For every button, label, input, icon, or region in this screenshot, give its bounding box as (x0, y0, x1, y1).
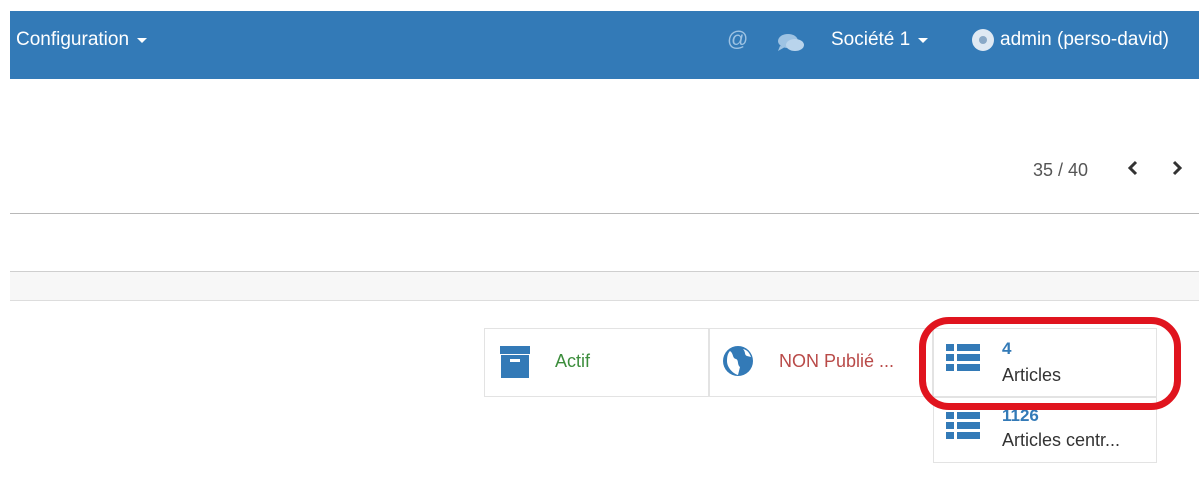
chevron-down-icon (137, 37, 148, 43)
articles-stat-button[interactable]: 4 Articles (933, 328, 1157, 397)
avatar (972, 29, 994, 51)
chevron-down-icon (918, 37, 929, 43)
next-record-button[interactable] (1170, 159, 1184, 181)
list-icon (946, 411, 980, 446)
active-label: Actif (555, 351, 591, 371)
company-label: Société 1 (831, 29, 911, 50)
chevron-right-icon (1172, 160, 1183, 176)
record-pager: 35 / 40 (1033, 160, 1089, 180)
mentions-icon[interactable]: @ (727, 28, 748, 52)
globe-icon (722, 345, 754, 382)
form-sheet-header (10, 272, 1199, 301)
articles-count: 4 (1002, 339, 1012, 358)
central-articles-count: 1126 (1002, 406, 1039, 425)
configuration-menu[interactable]: Configuration (16, 29, 148, 51)
chevron-left-icon (1127, 160, 1138, 176)
user-menu[interactable]: admin (perso-david) (972, 29, 1169, 51)
toggle-published-button[interactable]: NON Publié ... (709, 328, 933, 397)
divider (10, 213, 1199, 214)
archive-icon (499, 345, 531, 384)
toggle-active-button[interactable]: Actif (484, 328, 709, 397)
articles-label: Articles (1002, 365, 1062, 385)
user-label: admin (perso-david) (1000, 29, 1169, 50)
central-articles-label: Articles centr... (1002, 430, 1121, 450)
chat-icon[interactable] (777, 33, 805, 58)
central-articles-stat-button[interactable]: 1126 Articles centr... (933, 397, 1157, 463)
top-navbar: Configuration @ Société 1 admin (perso-d… (10, 11, 1199, 79)
previous-record-button[interactable] (1126, 159, 1140, 181)
published-label: NON Publié ... (779, 351, 895, 371)
list-icon (946, 343, 980, 378)
configuration-menu-label: Configuration (16, 29, 130, 50)
company-switcher[interactable]: Société 1 (831, 29, 929, 51)
